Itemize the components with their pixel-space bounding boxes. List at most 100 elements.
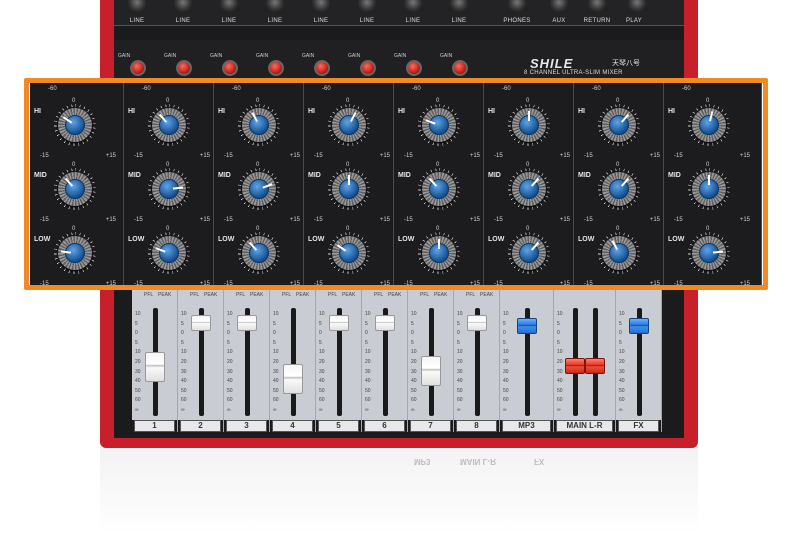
eq-knob-cap: [609, 243, 629, 263]
jack-label: LINE: [405, 18, 421, 24]
fader-scale: 10 5 0 5 10 20 30 40 50 60 ∞: [619, 310, 629, 416]
fader-scale-tick: 5: [273, 339, 276, 346]
fader-scale-tick: 20: [319, 358, 325, 365]
fader-scale-tick: 0: [557, 330, 560, 337]
peak-label: PEAK: [480, 292, 494, 298]
gain-knob[interactable]: [314, 60, 330, 76]
fader-scale-tick: 30: [503, 368, 509, 375]
input-jack: LINE: [160, 0, 206, 26]
eq-band-label: HI: [128, 108, 135, 115]
eq-band-label: HI: [668, 108, 675, 115]
fader-scale-tick: 20: [135, 358, 141, 365]
eq-band-mid: MID 0 -15 +15: [664, 156, 754, 224]
jack-label: LINE: [359, 18, 375, 24]
fader-scale-tick: 5: [365, 339, 368, 346]
fader-scale-tick: 5: [503, 320, 506, 327]
fader-knob[interactable]: [329, 315, 349, 331]
eq-band-hi: HI 0 -15 +15: [30, 92, 120, 160]
fader-knob[interactable]: [421, 356, 441, 386]
eq-band-mid: MID 0 -15 +15: [394, 156, 484, 224]
pfl-label: PFL: [282, 292, 292, 298]
fader-scale-tick: 0: [619, 330, 622, 337]
fader-scale-tick: 5: [557, 320, 560, 327]
fader-strip: PFL PEAK 10 5 0 5 10 20 30 40 50 60 ∞ 5: [316, 290, 362, 432]
eq-band-label: LOW: [308, 236, 325, 243]
brand-name: SHILE: [530, 56, 574, 71]
fader-knob[interactable]: [585, 358, 605, 374]
eq-knob-cap: [339, 115, 359, 135]
fader-scale-tick: 10: [181, 311, 187, 317]
eq-scale-max: +15: [739, 281, 750, 287]
channel-label: 5: [318, 420, 359, 432]
channel-label: 2: [180, 420, 221, 432]
eq-band-label: MID: [488, 172, 501, 179]
gain-knob-group: GAIN: [436, 40, 482, 78]
eq-band-label: MID: [218, 172, 231, 179]
fader-scale-tick: 50: [181, 387, 187, 394]
gain-knob[interactable]: [360, 60, 376, 76]
jack-socket-icon: [588, 0, 606, 12]
pfl-label: PFL: [190, 292, 200, 298]
eq-band-label: LOW: [128, 236, 145, 243]
fader-knob[interactable]: [467, 315, 487, 331]
eq-band-low: LOW 0 -15 +15: [664, 220, 754, 288]
fader-scale-tick: 5: [319, 339, 322, 346]
peak-label: PEAK: [388, 292, 402, 298]
fader-scale-tick: 5: [411, 339, 414, 346]
eq-band-label: HI: [308, 108, 315, 115]
fader-scale: 10 5 0 5 10 20 30 40 50 60 ∞: [365, 310, 375, 416]
fader-track: [291, 308, 296, 416]
fader-scale-tick: 60: [273, 397, 279, 404]
gain-knob[interactable]: [222, 60, 238, 76]
fader-knob[interactable]: [517, 318, 537, 334]
gain-knob[interactable]: [452, 60, 468, 76]
fader-scale-tick: ∞: [227, 406, 231, 413]
gain-knob[interactable]: [268, 60, 284, 76]
fader-knob[interactable]: [237, 315, 257, 331]
fader-scale-tick: 5: [557, 339, 560, 346]
fader-strip: PFL PEAK 10 5 0 5 10 20 30 40 50 60 ∞ 1: [132, 290, 178, 432]
fader-scale-tick: 0: [273, 330, 276, 337]
eq-band-low: LOW 0 -15 +15: [124, 220, 214, 288]
eq-knob-cap: [65, 115, 85, 135]
eq-scale-max: +15: [469, 281, 480, 287]
jack-label: LINE: [313, 18, 329, 24]
gain-knob[interactable]: [176, 60, 192, 76]
fader-scale-tick: 10: [227, 349, 233, 356]
eq-band-label: HI: [488, 108, 495, 115]
gain-knob[interactable]: [130, 60, 146, 76]
fader-scale-tick: 10: [365, 349, 371, 356]
fader-scale-tick: 40: [227, 378, 233, 385]
eq-band-mid: MID 0 -15 +15: [574, 156, 664, 224]
input-jack: LINE: [390, 0, 436, 26]
fader-scale-tick: 60: [181, 397, 187, 404]
brand-subtitle: 8 CHANNEL ULTRA-SLIM MIXER: [524, 70, 623, 76]
fader-knob[interactable]: [565, 358, 585, 374]
eq-knob-pointer: [708, 175, 710, 185]
fader-scale-tick: ∞: [181, 406, 185, 413]
gain-knob-group: GAIN: [252, 40, 298, 78]
channel-label: MAIN L-R: [556, 420, 613, 432]
fader-scale-tick: 50: [557, 387, 563, 394]
fader-strip: PFL PEAK 10 5 0 5 10 20 30 40 50 60 ∞ 6: [362, 290, 408, 432]
fader-knob[interactable]: [375, 315, 395, 331]
fader-scale-tick: 10: [457, 349, 463, 356]
fader-scale-tick: 20: [181, 358, 187, 365]
gain-knob[interactable]: [406, 60, 422, 76]
fader-scale-tick: 50: [319, 387, 325, 394]
fader-knob[interactable]: [191, 315, 211, 331]
eq-band-label: HI: [34, 108, 41, 115]
fader-knob[interactable]: [629, 318, 649, 334]
eq-scale-max: +15: [649, 281, 660, 287]
eq-knob-cap: [159, 243, 179, 263]
gain-label: GAIN: [302, 53, 315, 59]
fader-knob[interactable]: [283, 364, 303, 394]
peak-label: PEAK: [434, 292, 448, 298]
fader-scale-tick: 10: [135, 311, 141, 317]
fader-knob[interactable]: [145, 352, 165, 382]
eq-band-label: LOW: [488, 236, 505, 243]
eq-band-label: MID: [128, 172, 141, 179]
fader-scale-tick: ∞: [457, 406, 461, 413]
fader-scale-tick: 5: [181, 339, 184, 346]
input-jack: LINE: [206, 0, 252, 26]
